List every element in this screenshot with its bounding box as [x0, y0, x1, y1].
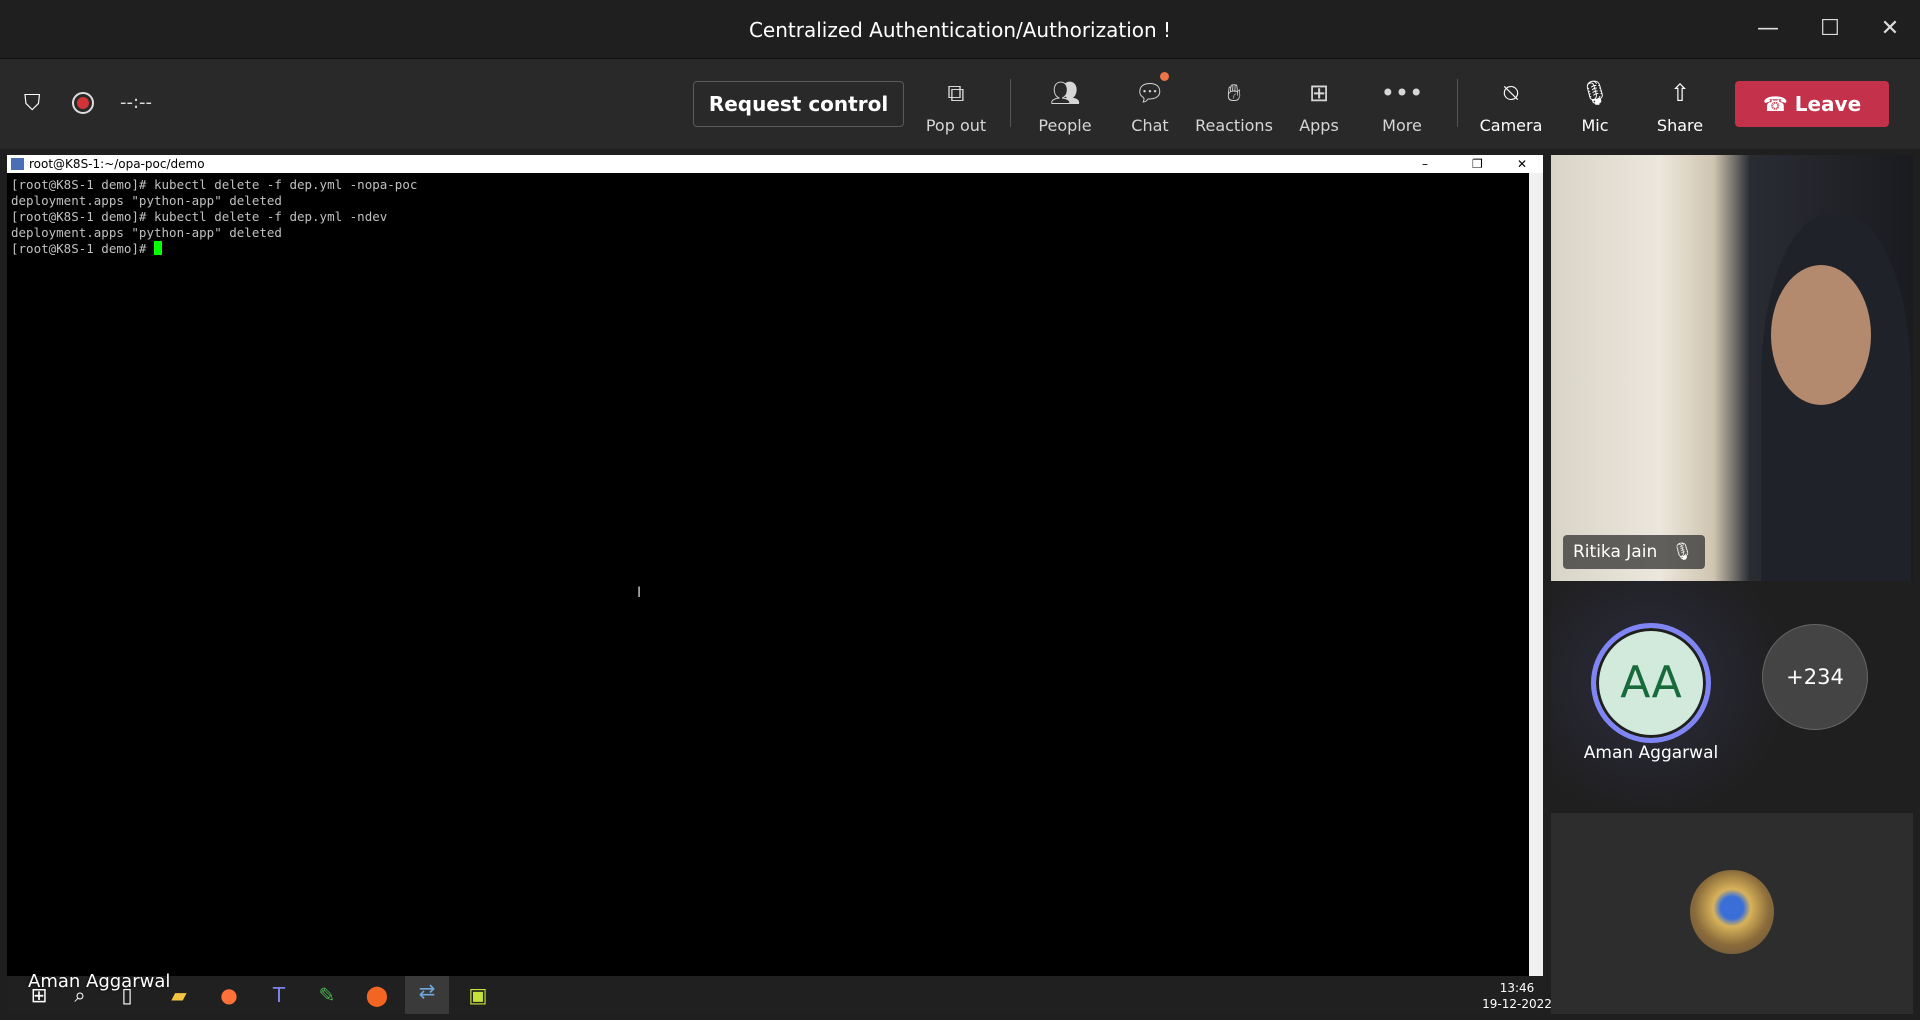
- camera-off-icon: ⍉: [1503, 79, 1519, 107]
- mic-off-icon: 🎙︎: [1671, 542, 1694, 562]
- participant-avatars: AA Aman Aggarwal +234: [1551, 581, 1913, 808]
- terminal-line: deployment.apps "python-app" deleted: [11, 225, 282, 240]
- recording-icon: [72, 92, 94, 114]
- notepad-icon: ✎: [318, 983, 336, 1007]
- terminal-title: root@K8S-1:~/opa-poc/demo: [29, 157, 205, 171]
- firefox-icon: ●: [220, 983, 238, 1007]
- pop-out-icon: ⧉: [947, 79, 965, 107]
- notification-dot: [1160, 72, 1169, 81]
- terminal-cursor: [154, 241, 162, 255]
- putty-icon: [11, 158, 24, 170]
- phone-hangup-icon: ☎: [1762, 92, 1795, 116]
- shared-screen-terminal[interactable]: root@K8S-1:~/opa-poc/demo – ❐ ✕ [root@K8…: [7, 155, 1543, 976]
- app-icon: ⬤: [365, 983, 389, 1007]
- avatar[interactable]: AA: [1591, 623, 1711, 743]
- more-button[interactable]: ••• More: [1362, 59, 1442, 149]
- avatar-name: Aman Aggarwal: [1583, 743, 1719, 763]
- terminal-line: [root@K8S-1 demo]# kubectl delete -f dep…: [11, 209, 388, 224]
- close-button[interactable]: ✕: [1870, 12, 1910, 46]
- participant-video-tile[interactable]: Ritika Jain 🎙︎: [1551, 155, 1913, 581]
- participant-name-badge: Ritika Jain 🎙︎: [1563, 535, 1706, 569]
- self-view-tile[interactable]: [1551, 813, 1913, 1014]
- terminal-output[interactable]: [root@K8S-1 demo]# kubectl delete -f dep…: [11, 177, 417, 257]
- people-icon: 👥︎: [1049, 79, 1081, 107]
- window-title: Centralized Authentication/Authorization…: [748, 18, 1172, 42]
- minimize-button[interactable]: —: [1748, 12, 1788, 46]
- more-participants-button[interactable]: +234: [1762, 624, 1868, 730]
- shield-icon: ⛉: [24, 91, 41, 116]
- more-icon: •••: [1380, 79, 1424, 107]
- terminal-scrollbar[interactable]: [1529, 173, 1543, 976]
- putty-taskbar-icon: ⇄: [405, 976, 449, 1014]
- share-icon: ⇧: [1669, 79, 1691, 107]
- share-button[interactable]: ⇧ Share: [1640, 59, 1720, 149]
- pycharm-icon: ▣: [468, 983, 488, 1007]
- teams-icon: T: [272, 983, 286, 1007]
- terminal-prompt: [root@K8S-1 demo]#: [11, 241, 154, 256]
- maximize-button[interactable]: ☐: [1810, 12, 1850, 46]
- meeting-timer: --:--: [120, 92, 153, 113]
- pop-out-button[interactable]: ⧉ Pop out: [916, 59, 996, 149]
- chat-button[interactable]: 💬︎ Chat: [1110, 59, 1190, 149]
- terminal-close-button[interactable]: ✕: [1517, 155, 1527, 173]
- chat-icon: 💬︎: [1134, 79, 1166, 107]
- terminal-restore-button[interactable]: ❐: [1472, 155, 1483, 173]
- mic-off-icon: 🎙︎: [1579, 79, 1611, 107]
- apps-button[interactable]: ⊞ Apps: [1279, 59, 1359, 149]
- leave-button[interactable]: ☎ Leave: [1735, 81, 1889, 127]
- camera-button[interactable]: ⍉ Camera: [1471, 59, 1551, 149]
- mic-button[interactable]: 🎙︎ Mic: [1555, 59, 1635, 149]
- reactions-button[interactable]: ✋︎ Reactions: [1194, 59, 1274, 149]
- terminal-line: deployment.apps "python-app" deleted: [11, 193, 282, 208]
- terminal-minimize-button[interactable]: –: [1422, 155, 1428, 173]
- reactions-icon: ✋︎: [1227, 79, 1241, 107]
- avatar: [1690, 870, 1774, 954]
- meeting-toolbar: ⛉ --:-- Request control ⧉ Pop out 👥︎ Peopl…: [0, 59, 1920, 149]
- shared-taskbar: ⊞ ⌕ ▯ ▰ ● T ✎ ⬤ ⇄ ▣ 13:46 19-12-2022: [7, 976, 1552, 1014]
- terminal-title-bar: root@K8S-1:~/opa-poc/demo – ❐ ✕: [7, 155, 1543, 173]
- request-control-button[interactable]: Request control: [693, 81, 904, 127]
- text-cursor-icon: I: [637, 585, 642, 601]
- taskbar-clock: 13:46 19-12-2022: [1482, 981, 1552, 1011]
- apps-icon: ⊞: [1308, 79, 1330, 107]
- title-bar: Centralized Authentication/Authorization…: [0, 0, 1920, 59]
- presenter-name-label: Aman Aggarwal: [28, 971, 171, 992]
- people-button[interactable]: 👥︎ People: [1025, 59, 1105, 149]
- participant-face: [1771, 265, 1871, 405]
- terminal-line: [root@K8S-1 demo]# kubectl delete -f dep…: [11, 177, 418, 192]
